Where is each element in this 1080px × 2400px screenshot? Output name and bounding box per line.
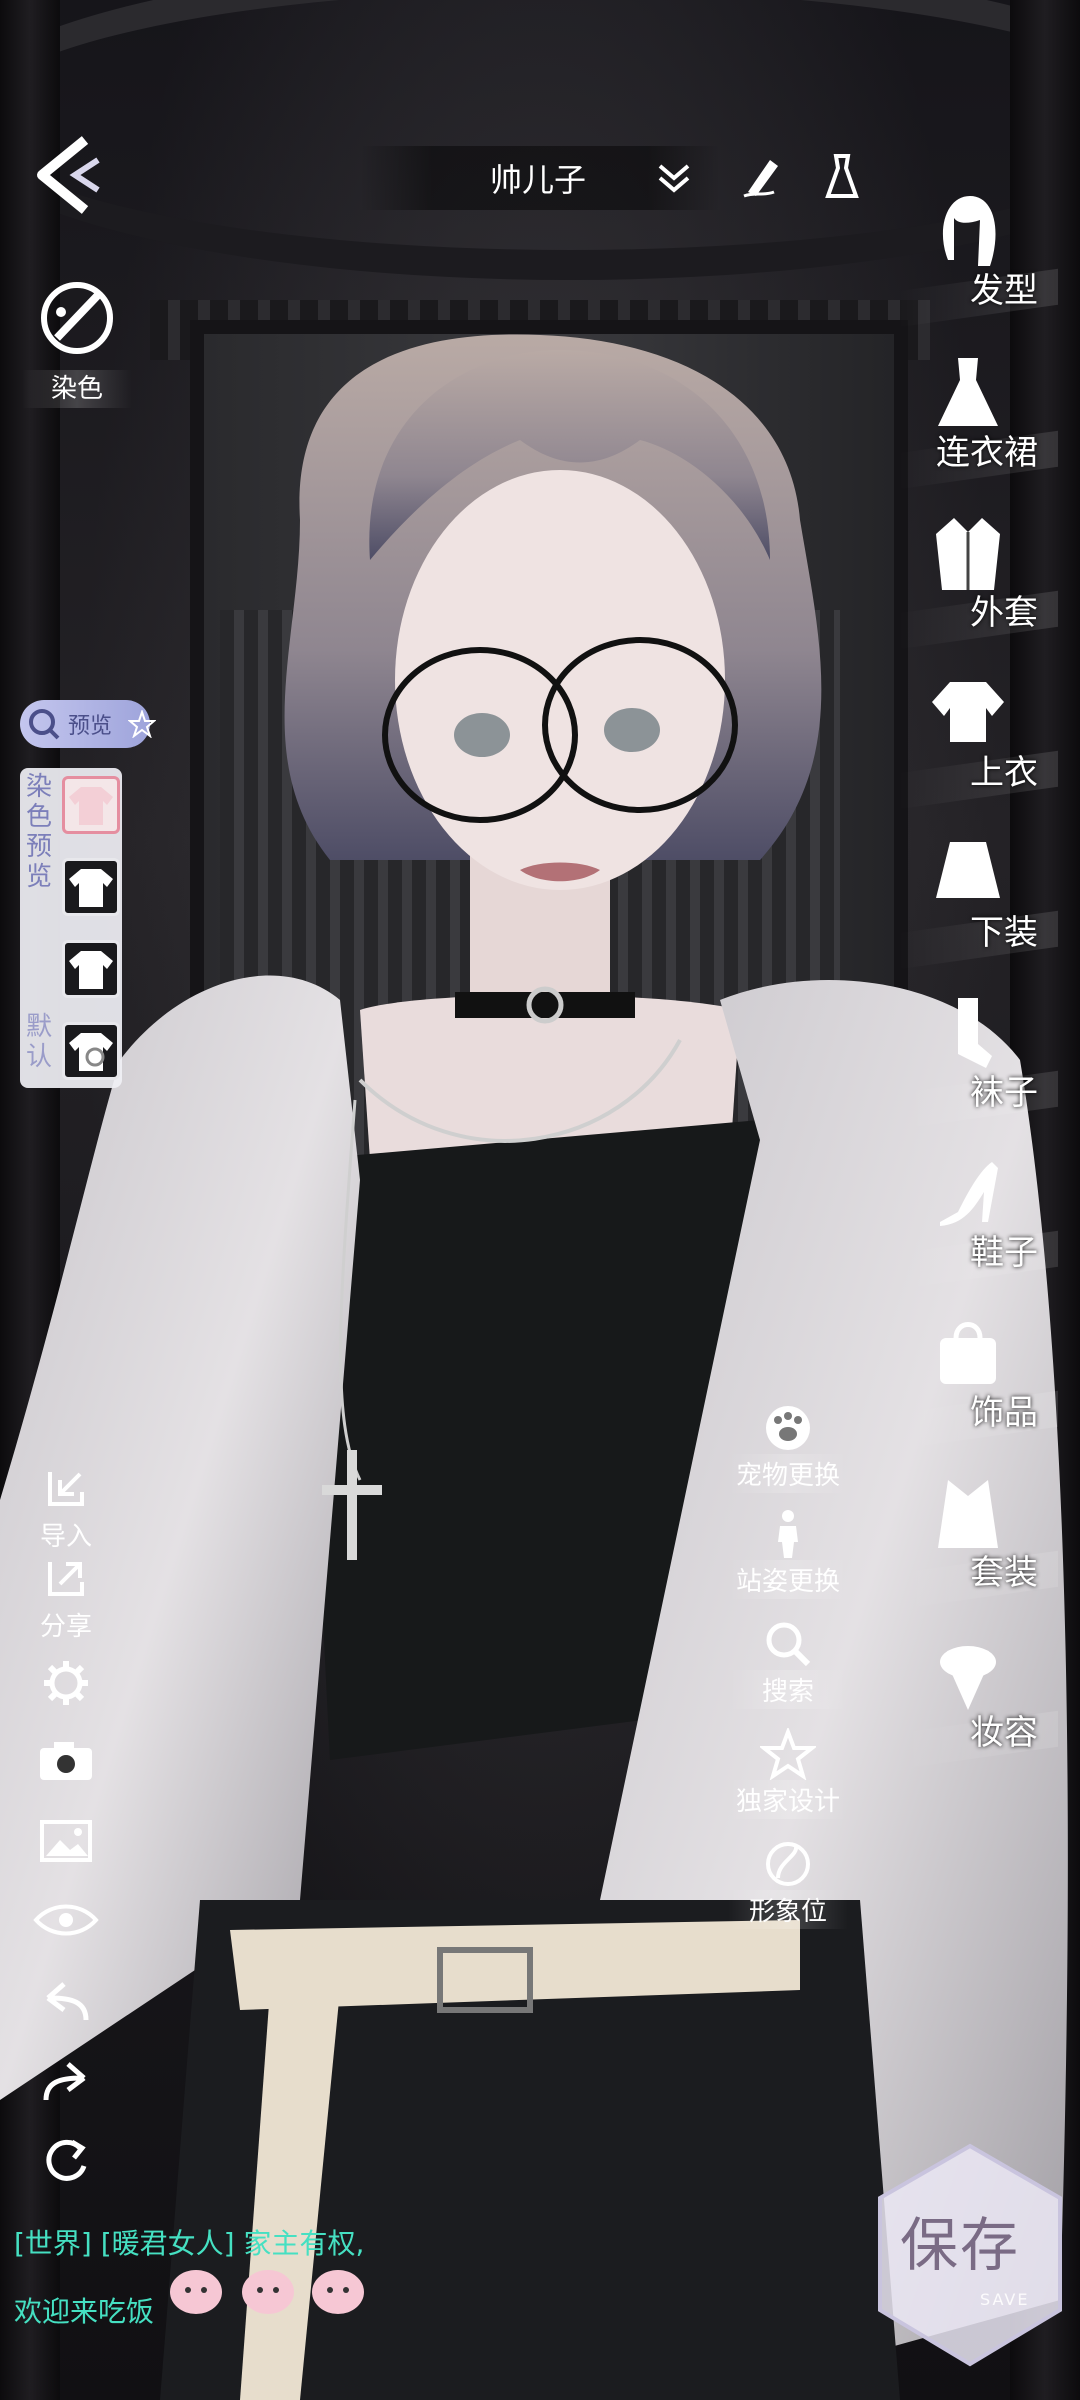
chevron-down-icon [658,164,690,193]
eye-visibility-icon[interactable] [28,1900,104,1940]
save-sublabel: SAVE [980,2290,1030,2309]
bag-icon [940,1322,996,1384]
category-top[interactable]: 上衣 [898,672,1058,810]
dress-icon [938,358,998,426]
star-icon [128,710,156,738]
camera-icon[interactable] [28,1738,104,1784]
shirt-icon [69,951,113,989]
category-coat[interactable]: 外套 [898,512,1058,650]
category-label: 套装 [970,1553,1038,1593]
settings-gear-icon[interactable] [28,1658,104,1708]
undo-icon[interactable] [28,1980,104,2022]
default-label: 默 认 [24,1012,54,1072]
pink-blob-emoji [312,2270,364,2314]
dye-preview-title: 染 色 预 览 [24,772,54,892]
top-icon [932,682,1004,742]
dye-button[interactable]: 染色 [22,278,132,408]
search-button[interactable]: 搜索 [728,1618,848,1709]
skirt-icon [936,842,1000,898]
shirt-reset-icon [69,1033,113,1071]
portrait-icon [766,1842,810,1886]
pose-change-button[interactable]: 站姿更换 [728,1508,848,1599]
search-label: 搜索 [728,1670,848,1709]
dye-swatch-2[interactable] [62,858,120,916]
dye-preview-panel: 染 色 预 览 默 认 [20,768,122,1088]
gallery-icon[interactable] [28,1818,104,1864]
pen-icon[interactable] [740,152,784,200]
category-hair[interactable]: 发型 [898,190,1058,328]
default-label-char: 认 [25,1042,52,1072]
share-button[interactable]: 分享 [28,1556,104,1643]
category-label: 外套 [970,593,1038,633]
category-label: 上衣 [970,753,1038,793]
category-label: 妆容 [970,1713,1038,1753]
default-label-char: 默 [25,1012,52,1042]
preview-toggle[interactable]: 预览 [20,700,156,748]
save-button[interactable]: 保存 SAVE [870,2140,1070,2370]
pink-blob-emoji [170,2270,222,2314]
redo-icon[interactable] [28,2060,104,2102]
shirt-icon [69,787,113,825]
dye-swatch-1[interactable] [62,776,120,834]
share-icon [48,1562,84,1596]
category-dress[interactable]: 连衣裙 [898,352,1058,490]
category-suits[interactable]: 套装 [898,1472,1058,1610]
import-button[interactable]: 导入 [28,1466,104,1553]
shoe-icon [940,1162,998,1226]
dye-preview-title-char: 览 [25,862,52,892]
image-slot-button[interactable]: 形象位 [728,1838,848,1929]
search-preview-icon [29,709,60,740]
dye-preview-title-char: 预 [25,832,52,862]
exclusive-design-label: 独家设计 [728,1780,848,1819]
chat-line-partial: [世界] [暖君女人] 家主有权, [14,2227,365,2260]
figure-icon [778,1510,798,1558]
socks-icon [958,998,992,1068]
exclusive-design-button[interactable]: 独家设计 [728,1728,848,1819]
dye-swatch-default[interactable] [62,1022,120,1080]
outfit-name: 帅儿子 [490,161,587,199]
preview-label: 预览 [68,714,113,739]
dye-preview-title-char: 染 [25,772,52,802]
dye-button-label: 染色 [22,370,132,408]
category-accessories[interactable]: 饰品 [898,1312,1058,1450]
category-socks[interactable]: 袜子 [898,992,1058,1130]
dress-icon[interactable] [820,152,864,200]
outfit-name-selector[interactable]: 帅儿子 [360,146,720,210]
dye-preview-title-char: 色 [25,802,52,832]
image-slot-label: 形象位 [728,1890,848,1929]
coat-icon [936,518,1000,590]
reset-icon[interactable] [28,2138,104,2184]
import-icon [48,1472,84,1506]
pose-change-label: 站姿更换 [728,1560,848,1599]
category-shoes[interactable]: 鞋子 [898,1152,1058,1290]
pink-blob-emoji [242,2270,294,2314]
makeup-icon [940,1646,996,1710]
dye-swatch-3[interactable] [62,940,120,998]
background-door-panels [220,610,840,1170]
category-label: 袜子 [970,1073,1038,1113]
pet-change-label: 宠物更换 [728,1454,848,1493]
save-label: 保存 [900,2211,1021,2279]
star-icon [760,1728,816,1780]
category-label: 发型 [970,271,1038,311]
pet-change-button[interactable]: 宠物更换 [728,1402,848,1493]
import-label: 导入 [39,1522,92,1552]
suit-icon [938,1480,998,1548]
category-makeup[interactable]: 妆容 [898,1632,1058,1770]
category-label: 连衣裙 [936,433,1038,473]
shirt-icon [69,869,113,907]
paw-icon [766,1406,810,1450]
category-bottoms[interactable]: 下装 [898,832,1058,970]
chat-welcome: 欢迎来吃饭 [14,2295,155,2328]
category-label: 饰品 [970,1393,1038,1433]
back-icon[interactable] [30,130,110,220]
share-label: 分享 [39,1612,92,1642]
search-icon [766,1622,811,1667]
category-label: 下装 [970,913,1038,953]
dressing-room-scene: 帅儿子 染色 预览 染 色 预 览 默 认 导入 分享 发型 连衣裙 外套 上衣… [0,0,1080,2400]
palette-brush-icon [41,282,113,354]
category-label: 鞋子 [970,1233,1038,1273]
hair-icon [942,196,996,266]
